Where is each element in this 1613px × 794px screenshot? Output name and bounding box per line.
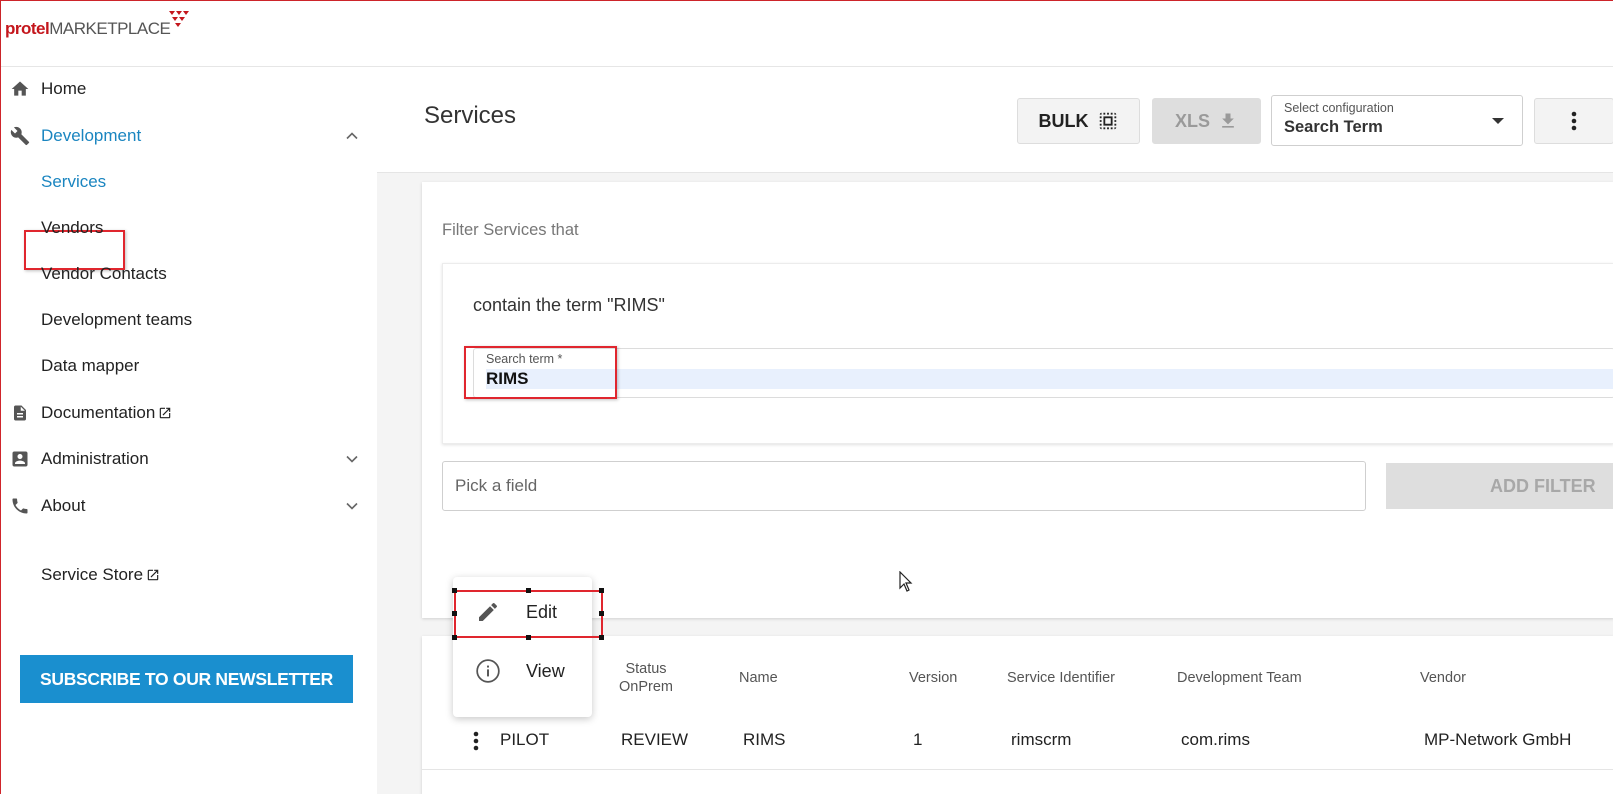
xls-label: XLS	[1174, 110, 1210, 131]
menu-item-view[interactable]: View	[453, 644, 592, 698]
sidebar-item-service-store[interactable]: Service Store	[1, 555, 371, 595]
selection-handle	[599, 588, 604, 593]
table-cell-development-team: com.rims	[1181, 730, 1250, 749]
selection-handle	[452, 611, 457, 616]
top-bar: protelMARKETPLACE	[1, 1, 1613, 67]
sidebar-item-label: Development	[41, 126, 142, 145]
phone-icon	[9, 495, 31, 517]
filter-card: Filter Services that contain the term "R…	[422, 182, 1613, 618]
download-icon	[1222, 113, 1234, 128]
sidebar-item-documentation[interactable]: Documentation	[1, 393, 371, 433]
sidebar-item-services[interactable]: Services	[1, 162, 371, 202]
selection-handle	[526, 588, 531, 593]
select-all-icon	[1099, 112, 1116, 130]
sidebar-item-development[interactable]: Development	[1, 116, 371, 156]
page-header: Services BULK XLS Select configuration S…	[377, 67, 1613, 173]
search-term-input[interactable]	[486, 369, 1613, 389]
sidebar-item-label: Services	[41, 172, 107, 191]
bulk-label: BULK	[1038, 110, 1089, 131]
more-vert-icon	[1571, 111, 1577, 131]
chevron-up-icon	[346, 132, 358, 140]
table-cell-status: PILOT	[500, 730, 550, 749]
selection-handle	[599, 611, 604, 616]
filter-title: Filter Services that	[442, 221, 579, 239]
chevron-down-icon	[346, 502, 358, 510]
pencil-icon	[475, 599, 501, 625]
menu-item-label: Edit	[526, 601, 558, 622]
selection-handle	[452, 588, 457, 593]
row-context-menu: Edit View	[453, 577, 592, 717]
selection-handle	[452, 635, 457, 640]
sidebar-item-administration[interactable]: Administration	[1, 439, 371, 479]
sidebar-item-label: Administration	[41, 449, 149, 468]
sidebar-item-label: Home	[41, 79, 87, 98]
sidebar-item-data-mapper[interactable]: Data mapper	[1, 346, 371, 386]
logo-triangles-icon	[169, 11, 189, 27]
sidebar-item-vendors[interactable]: Vendors	[1, 208, 371, 248]
table-cell-vendor: MP-Network GmbH	[1424, 730, 1572, 749]
sidebar-item-label: Vendors	[41, 218, 104, 237]
configuration-select[interactable]: Select configuration Search Term	[1271, 95, 1523, 146]
sidebar-item-about[interactable]: About	[1, 486, 371, 526]
column-header-service-identifier[interactable]: Service Identifier	[1007, 669, 1115, 687]
more-vert-icon	[473, 731, 479, 751]
column-header-status-onprem[interactable]: Status OnPrem	[604, 660, 688, 696]
search-term-label: Search term *	[486, 352, 563, 366]
filter-criteria-text: contain the term "RIMS"	[473, 295, 665, 315]
more-options-button[interactable]	[1534, 98, 1613, 144]
table-cell-version: 1	[913, 730, 923, 749]
sidebar-item-label: Documentation	[41, 403, 156, 422]
row-divider	[422, 769, 1613, 770]
sidebar: Home Development Services Vendors Vendor…	[1, 67, 377, 794]
selection-handle	[599, 635, 604, 640]
page-title: Services	[424, 102, 517, 129]
add-filter-button[interactable]: ADD FILTER	[1386, 463, 1613, 509]
home-icon	[9, 78, 31, 100]
account-box-icon	[9, 448, 31, 470]
chevron-down-icon	[346, 455, 358, 463]
configuration-select-label: Select configuration	[1284, 101, 1394, 115]
sidebar-item-label: Vendor Contacts	[41, 264, 167, 283]
sidebar-item-home[interactable]: Home	[1, 69, 371, 109]
menu-item-label: View	[526, 660, 565, 681]
column-header-vendor[interactable]: Vendor	[1420, 669, 1466, 687]
row-actions-button[interactable]	[465, 727, 487, 755]
wrench-icon	[9, 125, 31, 147]
document-icon	[9, 402, 31, 424]
services-table: Status OnPrem Name Version Service Ident…	[422, 636, 1613, 794]
external-link-icon	[160, 407, 171, 419]
search-term-field[interactable]: Search term *	[473, 348, 1613, 398]
external-link-icon	[147, 569, 159, 581]
filter-criteria-card: contain the term "RIMS" Search term *	[442, 263, 1613, 444]
column-header-version[interactable]: Version	[909, 669, 957, 687]
xls-export-button[interactable]: XLS	[1152, 98, 1261, 144]
table-cell-service-identifier: rimscrm	[1011, 730, 1072, 749]
table-cell-name: RIMS	[743, 730, 786, 749]
menu-item-edit[interactable]: Edit	[453, 585, 592, 639]
sidebar-item-development-teams[interactable]: Development teams	[1, 300, 371, 340]
mouse-cursor-icon	[899, 571, 913, 592]
logo[interactable]: protelMARKETPLACE	[5, 19, 171, 39]
table-cell-status-onprem: REVIEW	[621, 730, 689, 749]
column-header-development-team[interactable]: Development Team	[1177, 669, 1302, 687]
column-header-name[interactable]: Name	[739, 669, 778, 687]
sidebar-item-label: Data mapper	[41, 356, 140, 375]
sidebar-item-label: Development teams	[41, 310, 193, 329]
info-icon	[475, 658, 501, 684]
sidebar-item-label: Service Store	[41, 565, 144, 584]
sidebar-item-vendor-contacts[interactable]: Vendor Contacts	[1, 254, 371, 294]
sidebar-item-label: About	[41, 496, 86, 515]
selection-handle	[526, 635, 531, 640]
pick-field-input[interactable]	[442, 461, 1366, 511]
bulk-button[interactable]: BULK	[1017, 98, 1140, 144]
dropdown-caret-icon	[1492, 118, 1504, 124]
newsletter-button[interactable]: SUBSCRIBE TO OUR NEWSLETTER	[20, 655, 353, 703]
configuration-select-value: Search Term	[1284, 118, 1383, 136]
